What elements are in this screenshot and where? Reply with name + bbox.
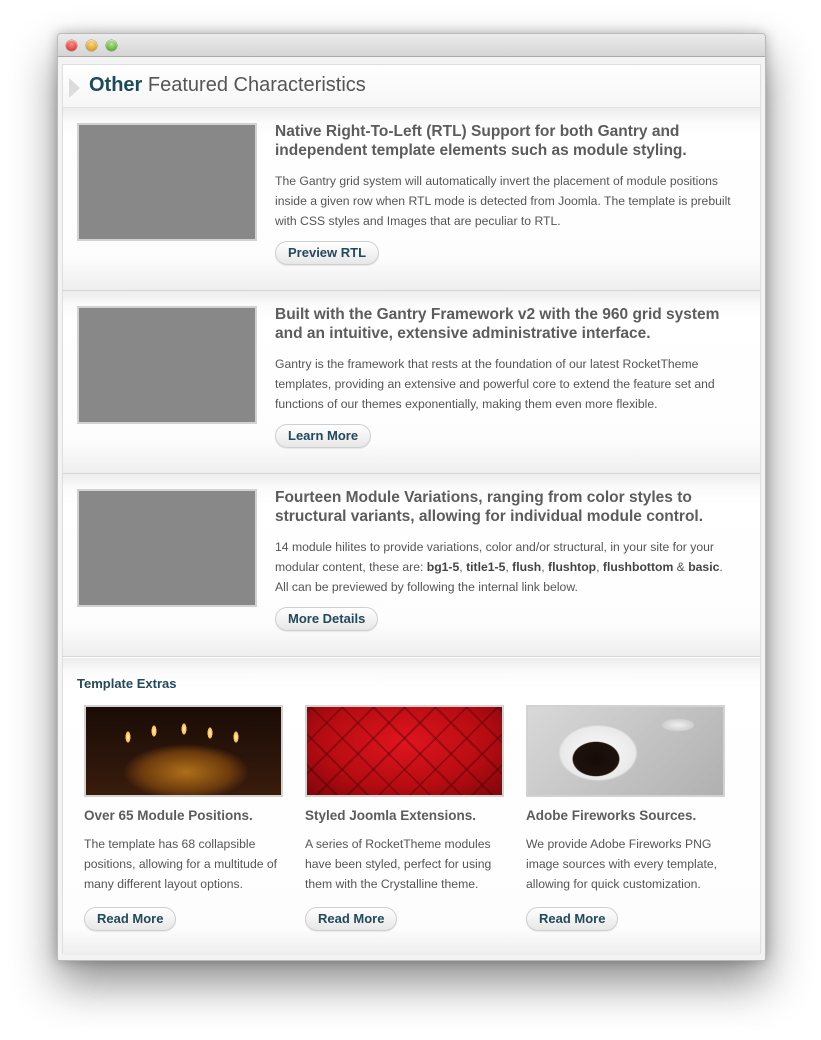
extras-heading: Template Extras	[77, 676, 177, 691]
extra-joomla-extensions: Styled Joomla Extensions. A series of Ro…	[305, 705, 505, 945]
desc-text: &	[673, 560, 689, 574]
feature-description: Gantry is the framework that rests at th…	[275, 357, 715, 411]
read-more-button[interactable]: Read More	[526, 907, 619, 931]
extra-module-positions: Over 65 Module Positions. The template h…	[84, 705, 284, 945]
zoom-window-icon[interactable]	[106, 40, 117, 51]
extra-description: A series of RocketTheme modules have bee…	[305, 837, 492, 891]
variant-name: basic	[688, 560, 720, 574]
extra-description: The template has 68 collapsible position…	[84, 837, 278, 891]
coffee-cup-image	[526, 705, 725, 797]
close-window-icon[interactable]	[66, 40, 77, 51]
extra-title: Over 65 Module Positions.	[84, 808, 253, 823]
variant-name: flushtop	[548, 560, 597, 574]
extra-fireworks-sources: Adobe Fireworks Sources. We provide Adob…	[526, 705, 726, 945]
template-extras: Template Extras Over 65 Module Positions…	[63, 658, 760, 955]
red-leather-image	[305, 705, 504, 797]
variant-name: bg1-5	[426, 560, 460, 574]
feature-module-variations: Fourteen Module Variations, ranging from…	[63, 474, 760, 657]
learn-more-button[interactable]: Learn More	[275, 424, 372, 448]
feature-gantry: Built with the Gantry Framework v2 with …	[63, 291, 760, 474]
feature-title: Built with the Gantry Framework v2 with …	[275, 306, 720, 342]
feature-title: Native Right-To-Left (RTL) Support for b…	[275, 123, 687, 159]
leaf-image	[77, 306, 257, 424]
feature-rtl: Native Right-To-Left (RTL) Support for b…	[63, 108, 760, 291]
candles-image	[84, 705, 283, 797]
desc-text: ,	[596, 560, 603, 574]
extra-title: Styled Joomla Extensions.	[305, 808, 477, 823]
section-title-rest: Featured Characteristics	[142, 74, 366, 96]
feature-description: The Gantry grid system will automaticall…	[275, 174, 731, 228]
variant-name: flush	[512, 560, 542, 574]
window-titlebar	[58, 34, 765, 57]
header-arrow-icon	[69, 78, 80, 98]
feature-description: 14 module hilites to provide variations,…	[275, 537, 737, 597]
variant-name: flushbottom	[602, 560, 674, 574]
read-more-button[interactable]: Read More	[84, 907, 177, 931]
section-title-accent: Other	[89, 74, 143, 96]
minimize-window-icon[interactable]	[86, 40, 97, 51]
feature-title: Fourteen Module Variations, ranging from…	[275, 489, 704, 525]
preview-rtl-button[interactable]: Preview RTL	[275, 241, 380, 265]
read-more-button[interactable]: Read More	[305, 907, 398, 931]
extra-description: We provide Adobe Fireworks PNG image sou…	[526, 837, 718, 891]
variant-name: title1-5	[466, 560, 506, 574]
page-content: Other Featured Characteristics Native Ri…	[62, 64, 761, 955]
sneakers-image	[77, 489, 257, 607]
more-details-button[interactable]: More Details	[275, 607, 379, 631]
section-title: Other Featured Characteristics	[89, 74, 366, 97]
section-header: Other Featured Characteristics	[63, 65, 760, 108]
browser-window: Other Featured Characteristics Native Ri…	[57, 33, 766, 961]
extra-title: Adobe Fireworks Sources.	[526, 808, 697, 823]
stones-image	[77, 123, 257, 241]
